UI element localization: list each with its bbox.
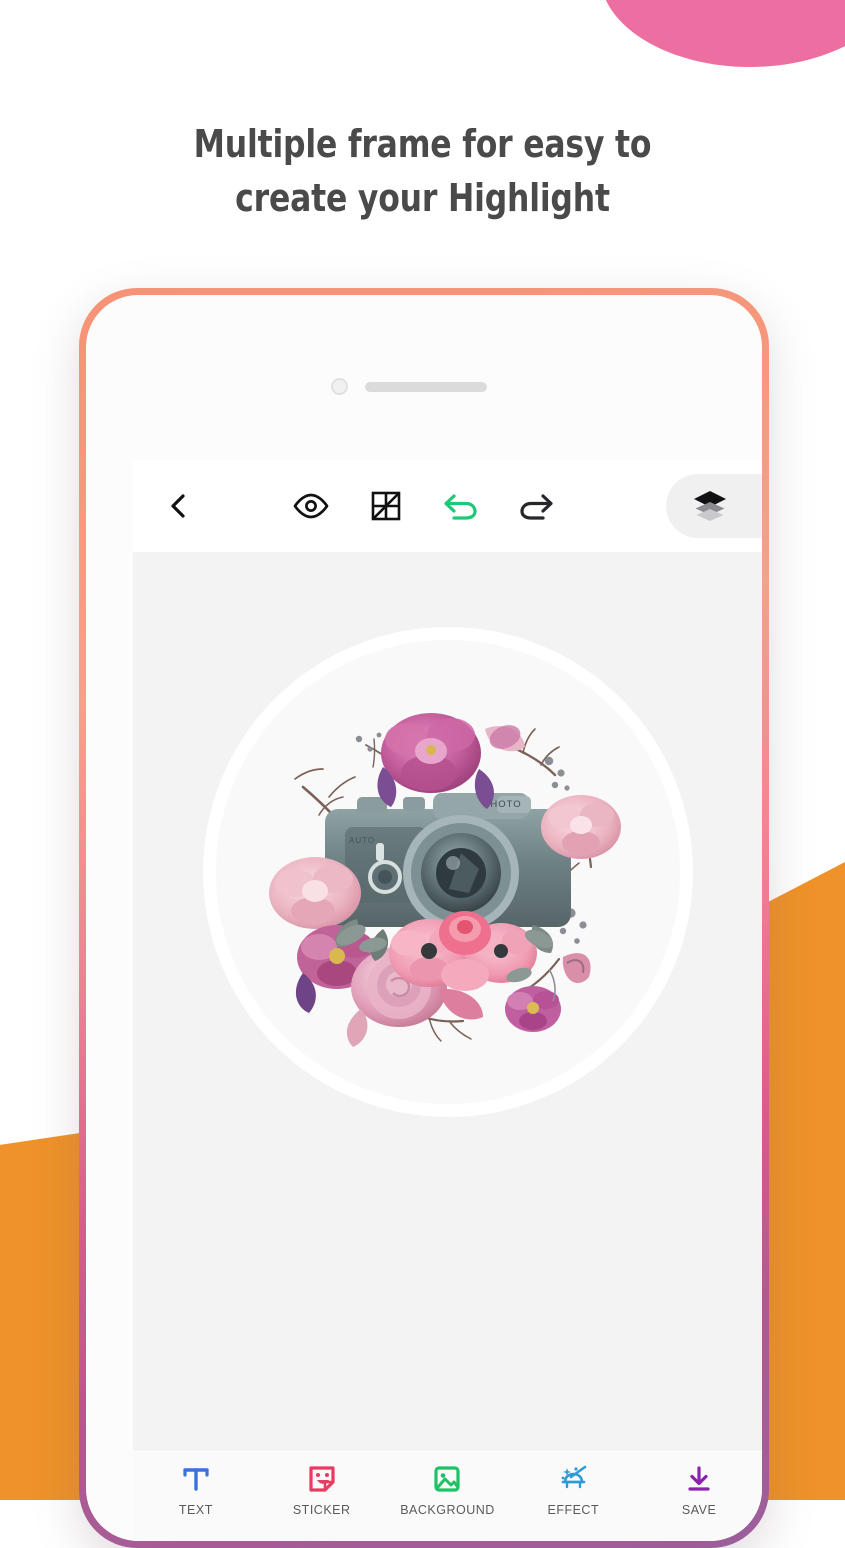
phone-mockup: PHOTO AUTO TEXT STICKER BACKGROUND EFFEC… xyxy=(79,288,769,1548)
front-camera-icon xyxy=(331,378,348,395)
app-screen: PHOTO AUTO TEXT STICKER BACKGROUND EFFEC… xyxy=(133,460,762,1541)
nav-effect[interactable]: EFFECT xyxy=(510,1462,636,1517)
circle-frame-preview: PHOTO AUTO xyxy=(202,627,693,1117)
back-icon xyxy=(171,494,185,518)
nav-text[interactable]: TEXT xyxy=(133,1462,259,1517)
back-button[interactable] xyxy=(133,460,225,552)
nav-background-label: BACKGROUND xyxy=(400,1503,495,1517)
earpiece-speaker xyxy=(365,382,487,392)
layers-button[interactable] xyxy=(666,474,762,538)
phone-body: PHOTO AUTO TEXT STICKER BACKGROUND EFFEC… xyxy=(86,295,762,1541)
nav-save-label: SAVE xyxy=(681,1503,717,1517)
undo-button[interactable] xyxy=(423,460,498,552)
layers-icon xyxy=(694,491,726,521)
sticker-icon xyxy=(307,1462,337,1496)
page-headline: Multiple frame for easy to create your H… xyxy=(34,118,811,226)
undo-icon xyxy=(443,494,477,520)
editor-bottom-nav: TEXT STICKER BACKGROUND EFFECT SAVE xyxy=(133,1449,762,1541)
pink-blob-decoration xyxy=(600,0,845,67)
background-image-icon xyxy=(432,1462,462,1496)
grid-off-icon xyxy=(371,491,400,521)
grid-toggle-button[interactable] xyxy=(348,460,423,552)
nav-save[interactable]: SAVE xyxy=(636,1462,762,1517)
headline-line-1: Multiple frame for easy to xyxy=(193,122,652,166)
phone-top-bezel xyxy=(86,295,762,420)
nav-effect-label: EFFECT xyxy=(547,1503,600,1517)
nav-background[interactable]: BACKGROUND xyxy=(385,1462,511,1517)
preview-button[interactable] xyxy=(273,460,348,552)
nav-sticker[interactable]: STICKER xyxy=(259,1462,385,1517)
preview-eye-icon xyxy=(293,493,328,519)
artwork-watercolor-camera-wreath: PHOTO AUTO xyxy=(233,657,663,1087)
nav-sticker-label: STICKER xyxy=(292,1503,351,1517)
redo-button[interactable] xyxy=(498,460,573,552)
download-save-icon xyxy=(684,1462,714,1496)
headline-line-2: create your Highlight xyxy=(235,175,610,220)
magic-wand-effect-icon xyxy=(558,1462,588,1496)
editor-canvas[interactable]: PHOTO AUTO xyxy=(133,552,762,1192)
nav-text-label: TEXT xyxy=(178,1503,213,1517)
text-icon xyxy=(181,1462,211,1496)
editor-toolbar xyxy=(133,460,762,552)
svg-text:AUTO: AUTO xyxy=(349,836,375,845)
redo-icon xyxy=(519,494,553,520)
